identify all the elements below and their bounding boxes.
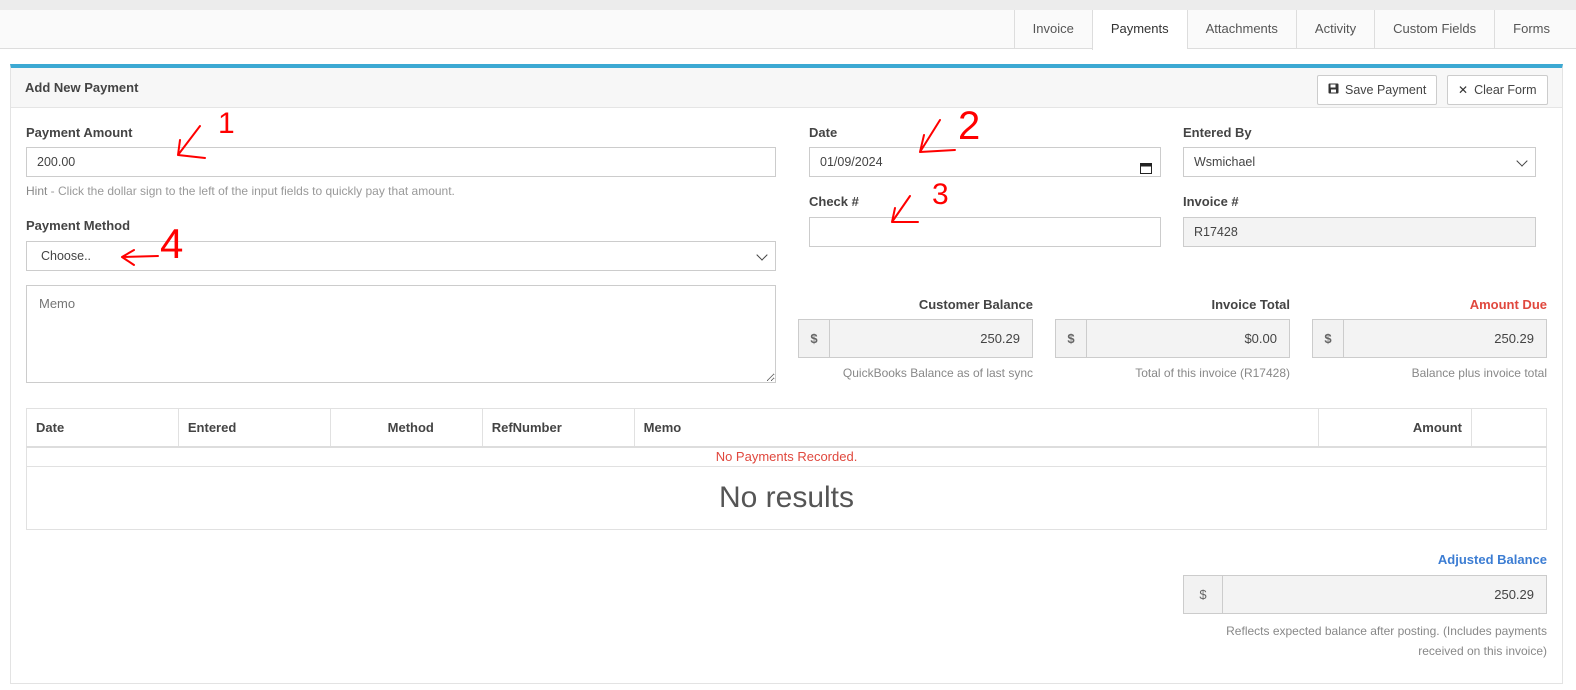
amount-due-note: Balance plus invoice total — [1411, 366, 1547, 380]
invoice-total-dollar-button[interactable]: $ — [1055, 319, 1087, 358]
tab-attachments[interactable]: Attachments — [1186, 10, 1296, 49]
customer-balance-note: QuickBooks Balance as of last sync — [842, 366, 1033, 380]
invoice-total-field: $0.00 — [1087, 319, 1290, 358]
col-actions — [1471, 408, 1547, 448]
invoice-number-field: R17428 — [1183, 217, 1536, 247]
adjusted-balance-field: 250.29 — [1223, 575, 1547, 614]
adjusted-note-line-2: received on this invoice) — [1418, 644, 1547, 658]
col-entered[interactable]: Entered — [177, 408, 331, 448]
col-method[interactable]: Method — [329, 408, 483, 448]
clear-form-button[interactable]: ✕ Clear Form — [1447, 75, 1548, 105]
date-value: 01/09/2024 — [820, 155, 883, 169]
payment-method-select[interactable]: Choose.. — [26, 241, 776, 271]
date-input[interactable]: 01/09/2024 — [809, 147, 1161, 177]
entered-by-value: Wsmichael — [1194, 155, 1256, 169]
col-amount[interactable]: Amount — [1318, 408, 1472, 448]
amount-due-field: 250.29 — [1344, 319, 1547, 358]
payments-table: Date Entered Method RefNumber Memo Amoun… — [26, 408, 1547, 530]
hint-prefix: Hint — [26, 184, 48, 198]
invoice-total-note: Total of this invoice (R17428) — [1135, 366, 1290, 380]
clear-form-label: Clear Form — [1474, 83, 1537, 97]
payment-amount-label: Payment Amount — [26, 125, 133, 140]
floppy-disk-icon — [1328, 76, 1339, 104]
entered-by-select[interactable]: Wsmichael — [1183, 147, 1536, 177]
times-icon: ✕ — [1458, 83, 1469, 97]
customer-balance-dollar-button[interactable]: $ — [798, 319, 830, 358]
chevron-down-icon — [1516, 155, 1528, 167]
no-results-message: No results — [26, 466, 1547, 530]
panel-header: Add New Payment Save Payment ✕ Clear Form — [11, 68, 1562, 108]
tab-invoice[interactable]: Invoice — [1013, 10, 1092, 49]
adjusted-balance-label: Adjusted Balance — [1437, 552, 1547, 567]
payment-method-label: Payment Method — [26, 218, 131, 233]
customer-balance-field: 250.29 — [830, 319, 1033, 358]
empty-row: No Payments Recorded. — [26, 446, 1547, 467]
no-results-row: No results — [26, 466, 1547, 530]
chevron-down-icon — [756, 249, 768, 261]
col-refnumber[interactable]: RefNumber — [481, 408, 635, 448]
tab-payments[interactable]: Payments — [1091, 10, 1187, 50]
date-label: Date — [809, 125, 838, 140]
panel-title: Add New Payment — [25, 80, 139, 95]
save-payment-button[interactable]: Save Payment — [1317, 75, 1438, 105]
check-number-label: Check # — [809, 194, 859, 209]
adjusted-balance-note: Reflects expected balance after posting.… — [1183, 621, 1547, 661]
adjusted-note-line-1: Reflects expected balance after posting.… — [1226, 624, 1547, 638]
save-payment-label: Save Payment — [1345, 83, 1427, 97]
tab-bar: Invoice Payments Attachments Activity Cu… — [0, 10, 1576, 50]
invoice-number-label: Invoice # — [1183, 194, 1239, 209]
tab-custom-fields[interactable]: Custom Fields — [1374, 10, 1494, 49]
col-memo[interactable]: Memo — [633, 408, 1320, 448]
amount-due-dollar-button[interactable]: $ — [1312, 319, 1344, 358]
top-strip — [0, 0, 1576, 10]
payment-method-value: Choose.. — [41, 249, 92, 263]
payment-hint: Hint - Click the dollar sign to the left… — [26, 184, 455, 198]
tab-activity[interactable]: Activity — [1295, 10, 1374, 49]
customer-balance-label: Customer Balance — [918, 297, 1033, 312]
memo-textarea[interactable] — [26, 285, 776, 383]
check-number-input[interactable] — [809, 217, 1161, 247]
tab-forms[interactable]: Forms — [1494, 10, 1568, 49]
calendar-icon[interactable] — [1140, 156, 1152, 184]
adjusted-balance-dollar: $ — [1183, 575, 1223, 614]
entered-by-label: Entered By — [1183, 125, 1252, 140]
tabs: Invoice Payments Attachments Activity Cu… — [1013, 10, 1568, 50]
amount-due-label: Amount Due — [1469, 297, 1547, 312]
col-date[interactable]: Date — [26, 408, 179, 448]
invoice-total-label: Invoice Total — [1211, 297, 1291, 312]
no-payments-message: No Payments Recorded. — [26, 446, 1547, 467]
table-header-row: Date Entered Method RefNumber Memo Amoun… — [26, 408, 1547, 448]
hint-text: - Click the dollar sign to the left of t… — [47, 184, 455, 198]
payment-amount-input[interactable]: 200.00 — [26, 147, 776, 177]
